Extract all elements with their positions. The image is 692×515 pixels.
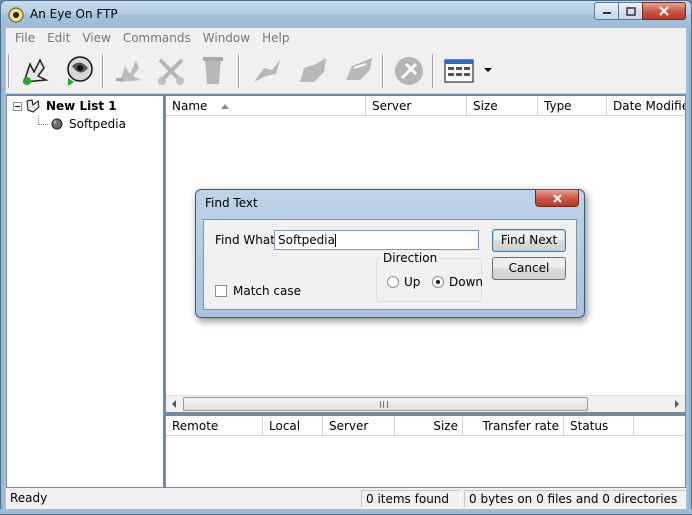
text-cursor <box>334 234 336 247</box>
find-text-dialog[interactable]: Find Text Find What: Softpedia Find Next… <box>195 189 585 318</box>
cancel-button[interactable]: Cancel <box>492 257 566 280</box>
match-case-label: Match case <box>233 284 302 298</box>
site-list-icon <box>26 99 40 113</box>
toolbar <box>6 48 686 94</box>
transfer-icon <box>346 58 372 80</box>
status-ready: Ready <box>10 491 48 505</box>
column-header-date-modified[interactable]: Date Modifie <box>607 96 685 116</box>
connect-wizard-button[interactable] <box>16 53 54 89</box>
view-dropdown-arrow-icon[interactable] <box>484 68 492 72</box>
cut-icon <box>158 58 184 85</box>
tree-item-root[interactable]: New List 1 <box>13 98 117 114</box>
scrollbar-grip-icon <box>380 401 388 408</box>
eye-app-icon <box>8 7 24 23</box>
delete-button[interactable] <box>194 53 232 89</box>
title-bar[interactable]: An Eye On FTP <box>0 0 692 28</box>
transfer-list-header: Remote Local Server Size Transfer rate S… <box>166 416 685 436</box>
download-icon <box>300 58 326 82</box>
column-header-type[interactable]: Type <box>538 96 607 116</box>
minimize-icon <box>602 12 611 14</box>
menu-commands[interactable]: Commands <box>117 31 197 45</box>
sort-ascending-icon <box>221 104 230 109</box>
upload-button[interactable] <box>248 53 286 89</box>
status-bar: Ready 0 items found 0 bytes on 0 files a… <box>6 488 686 509</box>
connect-icon <box>67 56 93 86</box>
transfer-button[interactable] <box>340 53 378 89</box>
server-globe-icon <box>51 118 63 130</box>
column-header-size[interactable]: Size <box>467 96 538 116</box>
window-title: An Eye On FTP <box>30 7 118 21</box>
window-frame-bottom <box>0 509 692 515</box>
toolbar-separator <box>102 54 104 88</box>
horizontal-scrollbar[interactable] <box>166 395 685 412</box>
dialog-close-button[interactable] <box>535 190 579 207</box>
direction-up-label: Up <box>404 275 421 289</box>
direction-group: Direction Up Down <box>376 251 484 302</box>
maximize-icon <box>625 6 636 16</box>
site-tree[interactable]: New List 1 Softpedia <box>6 95 164 488</box>
column-header-server[interactable]: Server <box>366 96 467 116</box>
menu-window[interactable]: Window <box>197 31 256 45</box>
column-header-name[interactable]: Name <box>166 96 366 116</box>
stop-button[interactable] <box>390 53 428 89</box>
column-header-status[interactable]: Status <box>564 416 634 436</box>
view-icon <box>444 59 474 83</box>
status-summary: 0 bytes on 0 files and 0 directories <box>464 490 686 508</box>
direction-down-label: Down <box>449 275 484 289</box>
upload-icon <box>254 60 280 82</box>
direction-up-radio[interactable] <box>387 276 399 288</box>
stop-icon <box>395 57 423 85</box>
toolbar-separator <box>8 54 10 88</box>
dialog-title: Find Text <box>205 196 258 210</box>
minimize-button[interactable] <box>594 2 619 20</box>
maximize-button[interactable] <box>618 2 643 20</box>
find-what-label: Find What: <box>215 233 279 247</box>
toolbar-separator <box>382 54 384 88</box>
find-what-value: Softpedia <box>278 233 335 247</box>
column-header-local[interactable]: Local <box>263 416 323 436</box>
find-next-button[interactable]: Find Next <box>492 229 566 252</box>
dialog-body: Find What: Softpedia Find Next Cancel Di… <box>203 219 577 310</box>
window-frame-right <box>686 28 692 515</box>
tree-child-label: Softpedia <box>69 117 126 131</box>
menu-edit[interactable]: Edit <box>41 31 76 45</box>
column-header-transfer-rate[interactable]: Transfer rate <box>463 416 564 436</box>
menu-file[interactable]: File <box>9 31 41 45</box>
tree-root-label: New List 1 <box>46 99 117 113</box>
collapse-icon[interactable] <box>13 101 22 111</box>
toolbar-separator <box>238 54 240 88</box>
column-header-server[interactable]: Server <box>323 416 395 436</box>
connect-wizard-icon <box>22 58 49 85</box>
menu-view[interactable]: View <box>76 31 116 45</box>
close-icon <box>552 193 562 203</box>
view-button[interactable] <box>440 53 478 89</box>
connect-button[interactable] <box>60 53 98 89</box>
disconnect-button[interactable] <box>110 53 148 89</box>
close-button[interactable] <box>642 2 686 20</box>
file-list-header: Name Server Size Type Date Modifie <box>166 96 685 116</box>
tree-item-softpedia[interactable]: Softpedia <box>51 116 126 132</box>
scroll-left-icon[interactable] <box>172 400 176 408</box>
delete-icon <box>203 57 223 84</box>
menu-bar: File Edit View Commands Window Help <box>6 28 686 48</box>
column-header-size[interactable]: Size <box>395 416 463 436</box>
disconnect-icon <box>116 60 141 82</box>
scrollbar-thumb[interactable] <box>183 397 588 411</box>
column-header-remote[interactable]: Remote <box>166 416 263 436</box>
direction-label: Direction <box>381 251 440 265</box>
cut-button[interactable] <box>152 53 190 89</box>
scroll-right-icon[interactable] <box>675 400 679 408</box>
tree-line <box>38 124 48 125</box>
column-header-name-label: Name <box>172 99 208 113</box>
menu-help[interactable]: Help <box>256 31 295 45</box>
download-button[interactable] <box>294 53 332 89</box>
transfer-queue[interactable]: Remote Local Server Size Transfer rate S… <box>165 415 686 488</box>
direction-down-radio[interactable] <box>432 276 444 288</box>
status-items-found: 0 items found <box>361 490 461 508</box>
match-case-checkbox[interactable] <box>215 285 227 297</box>
find-what-input[interactable]: Softpedia <box>274 230 479 250</box>
close-icon <box>659 6 669 16</box>
toolbar-separator <box>432 54 434 88</box>
